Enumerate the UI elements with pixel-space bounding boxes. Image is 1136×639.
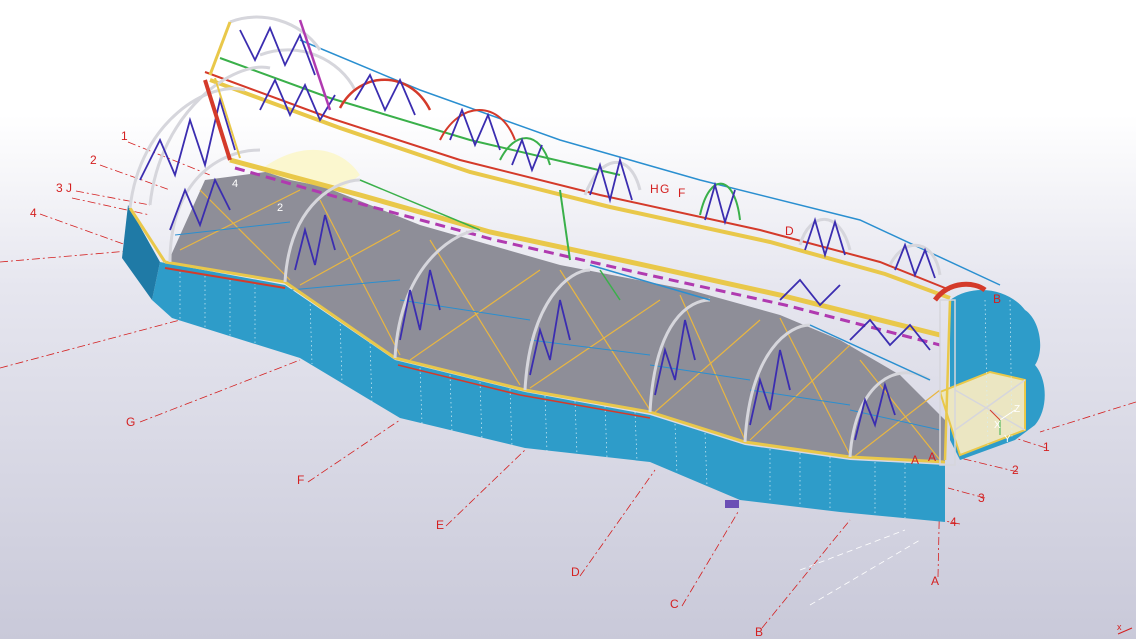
- grid-label-2-right: 2: [1012, 463, 1019, 477]
- model-viewport[interactable]: X Y Z 4 2 1 2 3 J 4 G F E D C B A 1 2 3 …: [0, 0, 1136, 639]
- structure-3d-model[interactable]: X Y Z 4 2 1 2 3 J 4 G F E D C B A 1 2 3 …: [0, 0, 1136, 639]
- part-label-2: 2: [277, 202, 283, 214]
- connection-marker: [725, 500, 739, 508]
- grid-label-d: D: [571, 565, 580, 579]
- grid-label-d-top: D: [785, 224, 794, 238]
- grid-label-3-left: 3: [56, 181, 63, 195]
- grid-label-3-right: 3: [978, 491, 985, 505]
- floor-marker-a-2: A: [928, 450, 936, 464]
- grid-label-h-top: H: [650, 182, 659, 196]
- grid-label-a: A: [931, 574, 939, 588]
- axis-z-label: Z: [1014, 404, 1020, 415]
- grid-label-j-left: J: [66, 181, 72, 195]
- grid-label-f-top: F: [678, 186, 685, 200]
- axis-y-label: Y: [1004, 434, 1011, 445]
- grid-guide-lines: [799, 529, 921, 606]
- grid-label-b: B: [755, 625, 763, 639]
- corner-axis-mark: x: [1117, 622, 1122, 632]
- grid-label-e: E: [436, 518, 444, 532]
- grid-label-1-left: 1: [121, 129, 128, 143]
- grid-label-1-right: 1: [1043, 440, 1050, 454]
- grid-label-b-top: B: [993, 292, 1001, 306]
- grid-label-2-left: 2: [90, 153, 97, 167]
- grid-label-g: G: [126, 415, 135, 429]
- grid-label-f: F: [297, 473, 304, 487]
- axis-x-label: X: [994, 420, 1001, 431]
- grid-label-c: C: [670, 597, 679, 611]
- grid-label-g-top: G: [660, 182, 669, 196]
- grid-label-4-right: 4: [950, 515, 957, 529]
- floor-marker-a-1: A: [911, 453, 919, 467]
- grid-label-4-left: 4: [30, 206, 37, 220]
- part-label-4: 4: [232, 178, 238, 190]
